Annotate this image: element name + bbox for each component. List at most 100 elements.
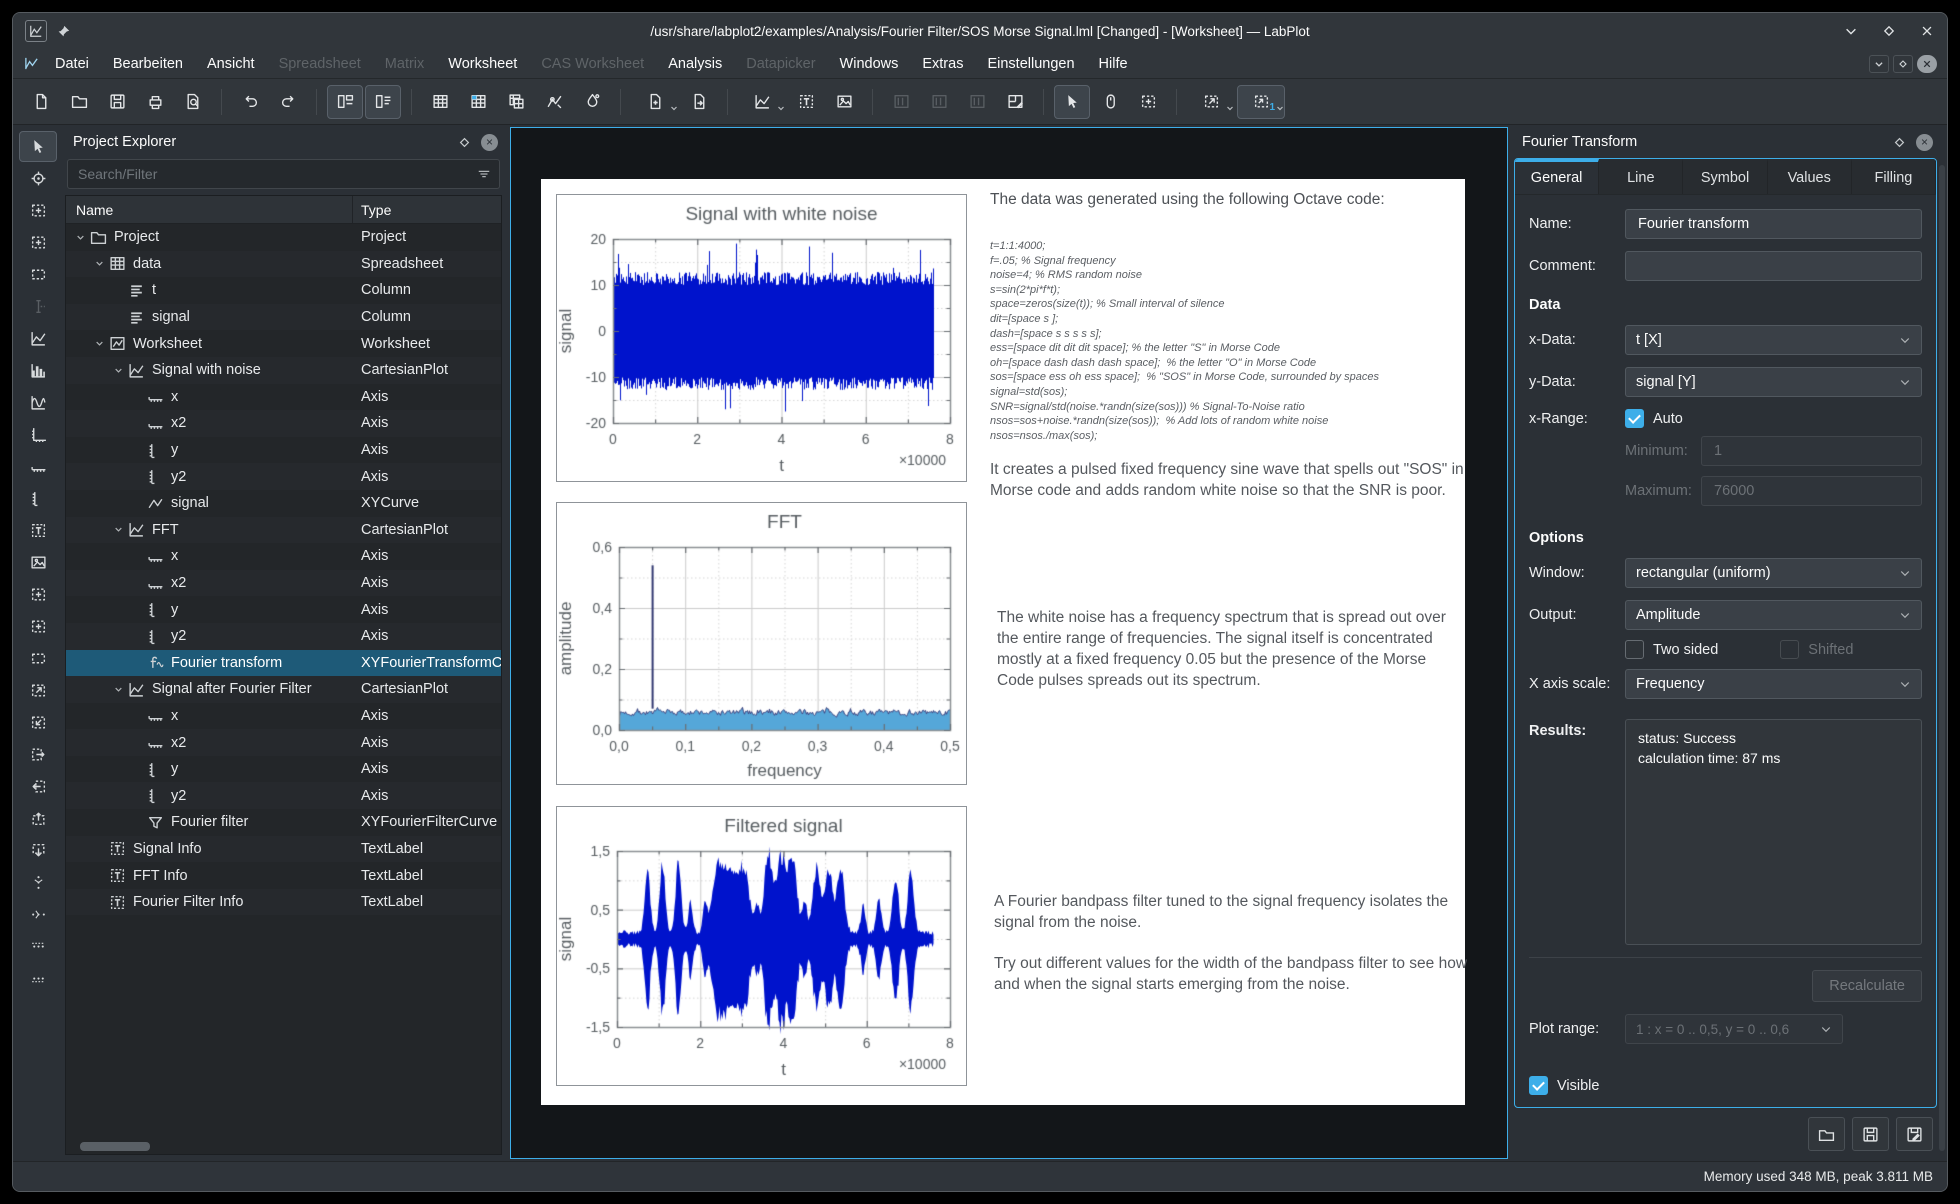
save-button[interactable]	[99, 85, 135, 119]
menu-hilfe[interactable]: Hilfe	[1087, 53, 1140, 75]
float-panel-icon[interactable]	[458, 136, 471, 149]
tree-row-x[interactable]: xAxis	[66, 543, 501, 570]
filter-options-icon[interactable]	[477, 167, 491, 181]
toggle-properties-button[interactable]	[365, 85, 401, 119]
name-input[interactable]	[1636, 215, 1911, 233]
octave-code-label[interactable]: t=1:1:4000; f=.05; % Signal frequency no…	[990, 239, 1379, 443]
v-spacing-button[interactable]	[19, 867, 57, 898]
new-spreadsheet-button[interactable]	[422, 85, 458, 119]
menu-windows[interactable]: Windows	[828, 53, 911, 75]
add-x-axis-button[interactable]	[19, 451, 57, 482]
tree-row-fourier-filter[interactable]: Fourier filterXYFourierFilterCurve	[66, 809, 501, 836]
tab-values[interactable]: Values	[1768, 159, 1852, 194]
tree-row-x[interactable]: xAxis	[66, 703, 501, 730]
ws-zoom-x-selection-button[interactable]	[19, 227, 57, 258]
new-project-button[interactable]	[23, 85, 59, 119]
scale-auto-x-button[interactable]	[19, 611, 57, 642]
tree-row-signal-with-noise[interactable]: Signal with noiseCartesianPlot	[66, 357, 501, 384]
zoom-original-button[interactable]: 1	[1237, 85, 1285, 119]
select-mode-button[interactable]	[1054, 85, 1090, 119]
tree-row-y2[interactable]: y2Axis	[66, 623, 501, 650]
window-combobox[interactable]: rectangular (uniform)	[1625, 558, 1922, 588]
ws-crosshair-button[interactable]	[19, 163, 57, 194]
tree-row-x2[interactable]: x2Axis	[66, 410, 501, 437]
tree-row-signal-info[interactable]: Signal InfoTextLabel	[66, 836, 501, 863]
toggle-project-explorer-button[interactable]	[327, 85, 363, 119]
save-config-button[interactable]	[1852, 1117, 1889, 1151]
tree-row-fourier-transform[interactable]: Fourier transformXYFourierTransformCurve	[66, 650, 501, 677]
search-input[interactable]	[76, 165, 477, 183]
scale-auto-y-button[interactable]	[19, 643, 57, 674]
shift-right-x-button[interactable]	[19, 739, 57, 770]
new-notes-button[interactable]	[574, 85, 610, 119]
menu-datei[interactable]: Datei	[43, 53, 101, 75]
menu-einstellungen[interactable]: Einstellungen	[975, 53, 1086, 75]
tree-row-signal[interactable]: signalColumn	[66, 304, 501, 331]
menu-worksheet[interactable]: Worksheet	[436, 53, 529, 75]
subwindow-restore-button[interactable]	[1893, 55, 1913, 73]
shift-down-y-button[interactable]	[19, 835, 57, 866]
tab-line[interactable]: Line	[1599, 159, 1683, 194]
expander-icon[interactable]	[110, 366, 126, 375]
minimize-button[interactable]	[1843, 23, 1859, 39]
expander-icon[interactable]	[91, 339, 107, 348]
x-data-combobox[interactable]: t [X]	[1625, 325, 1922, 355]
two-sided-checkbox[interactable]	[1625, 640, 1644, 659]
tree-row-y[interactable]: yAxis	[66, 596, 501, 623]
print-button[interactable]	[137, 85, 173, 119]
auto-checkbox[interactable]	[1625, 409, 1644, 428]
h-spacing-button[interactable]	[19, 899, 57, 930]
menu-extras[interactable]: Extras	[910, 53, 975, 75]
menu-ansicht[interactable]: Ansicht	[195, 53, 267, 75]
close-panel-icon[interactable]: ×	[481, 134, 498, 151]
new-matrix-button[interactable]	[460, 85, 496, 119]
navigate-mode-button[interactable]	[1092, 85, 1128, 119]
tab-symbol[interactable]: Symbol	[1683, 159, 1767, 194]
save-config-as-button[interactable]	[1896, 1117, 1933, 1151]
scale-auto-button[interactable]	[19, 579, 57, 610]
spacing-y-button[interactable]	[19, 963, 57, 994]
add-y-axis-button[interactable]	[19, 483, 57, 514]
maximize-button[interactable]	[1881, 23, 1897, 39]
add-histogram-button[interactable]	[19, 355, 57, 386]
tree-row-project[interactable]: ProjectProject	[66, 224, 501, 251]
import-button[interactable]	[631, 85, 679, 119]
tree-row-y2[interactable]: y2Axis	[66, 463, 501, 490]
close-button[interactable]	[1919, 23, 1935, 39]
new-image-button[interactable]	[826, 85, 862, 119]
expander-icon[interactable]	[91, 259, 107, 268]
float-dock-icon[interactable]	[1893, 136, 1906, 149]
horizontal-scrollbar[interactable]	[80, 1142, 150, 1151]
output-combobox[interactable]: Amplitude	[1625, 600, 1922, 630]
ws-zoom-in-selection-button[interactable]	[19, 195, 57, 226]
tab-general[interactable]: General	[1515, 159, 1599, 194]
new-text-label-button[interactable]	[788, 85, 824, 119]
tree-row-data[interactable]: dataSpreadsheet	[66, 251, 501, 278]
column-header-type[interactable]: Type	[353, 202, 501, 218]
tree-row-x[interactable]: xAxis	[66, 384, 501, 411]
tree-row-x2[interactable]: x2Axis	[66, 729, 501, 756]
visible-checkbox[interactable]	[1529, 1076, 1548, 1095]
signal-info-label[interactable]: It creates a pulsed fixed frequency sine…	[990, 459, 1468, 501]
menu-bearbeiten[interactable]: Bearbeiten	[101, 53, 195, 75]
spacing-x-button[interactable]	[19, 931, 57, 962]
ws-zoom-y-selection-button[interactable]	[19, 259, 57, 290]
expander-icon[interactable]	[110, 525, 126, 534]
pin-icon[interactable]	[57, 25, 70, 38]
tree-row-fourier-filter-info[interactable]: Fourier Filter InfoTextLabel	[66, 889, 501, 916]
add-image-button[interactable]	[19, 547, 57, 578]
zoom-select-mode-button[interactable]	[1130, 85, 1166, 119]
expander-icon[interactable]	[72, 233, 88, 242]
close-dock-icon[interactable]: ×	[1916, 134, 1933, 151]
undo-button[interactable]	[232, 85, 268, 119]
break-layout-button[interactable]	[997, 85, 1033, 119]
menu-analysis[interactable]: Analysis	[656, 53, 734, 75]
add-text-label-button[interactable]	[19, 515, 57, 546]
tree-row-t[interactable]: tColumn	[66, 277, 501, 304]
tree-row-signal[interactable]: signalXYCurve	[66, 490, 501, 517]
add-xy-curve-button[interactable]	[19, 323, 57, 354]
tree-row-signal-after-fourier-filter[interactable]: Signal after Fourier FilterCartesianPlot	[66, 676, 501, 703]
plot-fft[interactable]	[556, 502, 967, 785]
export-button[interactable]	[681, 85, 717, 119]
plot-signal-with-noise[interactable]	[556, 194, 967, 482]
